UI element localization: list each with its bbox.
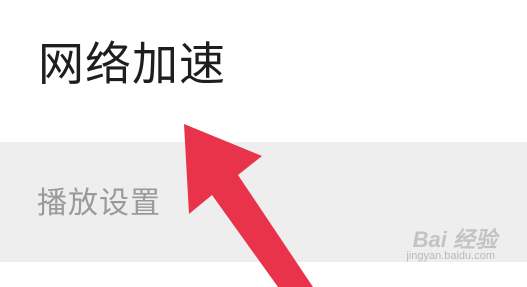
- settings-page: 网络加速 播放设置 Bai 经验 jingyan.baidu.com: [0, 0, 527, 287]
- playback-settings-label: 播放设置: [37, 186, 161, 221]
- network-acceleration-label: 网络加速: [38, 37, 226, 91]
- watermark: Bai 经验 jingyan.baidu.com: [397, 222, 497, 270]
- watermark-url: jingyan.baidu.com: [406, 250, 495, 262]
- network-acceleration-row[interactable]: 网络加速: [0, 0, 527, 142]
